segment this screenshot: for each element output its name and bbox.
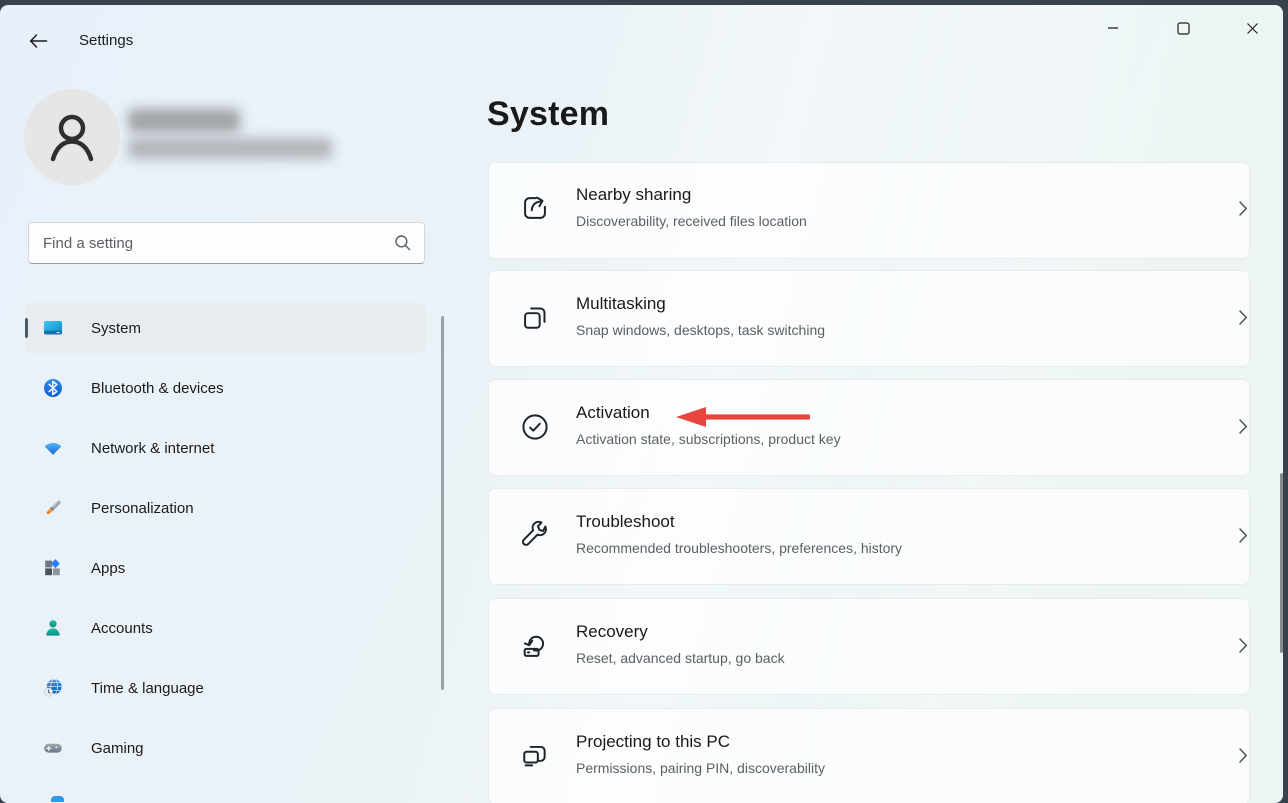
chevron-right-icon xyxy=(1238,747,1248,764)
card-subtitle: Reset, advanced startup, go back xyxy=(576,650,785,666)
recovery-icon xyxy=(518,629,552,663)
card-title: Multitasking xyxy=(576,294,666,314)
sidebar-item-label: Apps xyxy=(91,560,125,577)
sidebar-item-label: Bluetooth & devices xyxy=(91,380,224,397)
sidebar-nav: System Bluetooth & devices xyxy=(0,303,460,783)
next-sidebar-item-peek xyxy=(51,796,64,802)
sidebar-item-apps[interactable]: Apps xyxy=(25,543,426,593)
nearby-sharing-icon xyxy=(518,191,552,225)
back-arrow-icon xyxy=(28,33,48,49)
sidebar-item-time-language[interactable]: Time & language xyxy=(25,663,426,713)
activation-icon xyxy=(518,410,552,444)
card-subtitle: Recommended troubleshooters, preferences… xyxy=(576,540,902,556)
minimize-icon xyxy=(1107,22,1119,34)
search-icon xyxy=(394,234,412,252)
chevron-right-icon xyxy=(1238,527,1248,544)
card-subtitle: Discoverability, received files location xyxy=(576,213,807,229)
chevron-right-icon xyxy=(1238,418,1248,435)
app-title: Settings xyxy=(79,32,133,49)
maximize-icon xyxy=(1177,22,1190,35)
card-title: Troubleshoot xyxy=(576,512,675,532)
person-icon xyxy=(39,104,105,170)
card-recovery[interactable] xyxy=(488,598,1250,695)
sidebar-item-label: Network & internet xyxy=(91,440,214,457)
apps-grid-icon xyxy=(41,556,65,580)
chevron-right-icon xyxy=(1238,309,1248,326)
card-title: Recovery xyxy=(576,622,648,642)
accounts-person-icon xyxy=(41,616,65,640)
troubleshoot-wrench-icon xyxy=(518,519,552,553)
sidebar-item-system[interactable]: System xyxy=(25,303,426,353)
card-projecting[interactable] xyxy=(488,708,1250,803)
sidebar-item-personalization[interactable]: Personalization xyxy=(25,483,426,533)
content-scrollbar[interactable] xyxy=(1280,473,1283,653)
chevron-right-icon xyxy=(1238,637,1248,654)
user-name-blurred xyxy=(128,109,240,132)
avatar xyxy=(24,89,120,185)
card-title: Activation xyxy=(576,403,650,423)
settings-window: Settings xyxy=(0,5,1283,803)
card-nearby-sharing[interactable] xyxy=(488,162,1250,259)
search-box xyxy=(28,222,425,264)
card-subtitle: Snap windows, desktops, task switching xyxy=(576,322,825,338)
chevron-right-icon xyxy=(1238,200,1248,217)
page-title: System xyxy=(487,95,609,134)
sidebar-item-label: Accounts xyxy=(91,620,153,637)
search-input[interactable] xyxy=(29,223,424,263)
globe-clock-icon xyxy=(41,676,65,700)
bluetooth-icon xyxy=(41,376,65,400)
user-profile[interactable] xyxy=(24,89,404,185)
card-activation[interactable] xyxy=(488,379,1250,476)
card-multitasking[interactable] xyxy=(488,270,1250,367)
sidebar-item-label: Personalization xyxy=(91,500,194,517)
minimize-button[interactable] xyxy=(1090,11,1136,45)
sidebar-item-gaming[interactable]: Gaming xyxy=(25,723,426,773)
card-subtitle: Permissions, pairing PIN, discoverabilit… xyxy=(576,760,825,776)
system-icon xyxy=(41,316,65,340)
back-button[interactable] xyxy=(20,25,56,57)
paintbrush-icon xyxy=(41,496,65,520)
gamepad-icon xyxy=(41,736,65,760)
wifi-icon xyxy=(41,436,65,460)
user-email-blurred xyxy=(128,138,332,159)
sidebar-scrollbar[interactable] xyxy=(441,316,444,690)
close-button[interactable] xyxy=(1229,11,1275,45)
sidebar-item-accounts[interactable]: Accounts xyxy=(25,603,426,653)
card-title: Projecting to this PC xyxy=(576,732,730,752)
sidebar-item-label: Gaming xyxy=(91,740,144,757)
maximize-button[interactable] xyxy=(1160,11,1206,45)
sidebar-item-label: System xyxy=(91,320,141,337)
card-troubleshoot[interactable] xyxy=(488,488,1250,585)
close-icon xyxy=(1246,22,1259,35)
sidebar-item-label: Time & language xyxy=(91,680,204,697)
card-subtitle: Activation state, subscriptions, product… xyxy=(576,431,841,447)
sidebar-item-bluetooth-devices[interactable]: Bluetooth & devices xyxy=(25,363,426,413)
projecting-icon xyxy=(518,739,552,773)
card-title: Nearby sharing xyxy=(576,185,691,205)
multitasking-icon xyxy=(518,301,552,335)
selected-accent-pill xyxy=(25,318,28,338)
sidebar-item-network-internet[interactable]: Network & internet xyxy=(25,423,426,473)
